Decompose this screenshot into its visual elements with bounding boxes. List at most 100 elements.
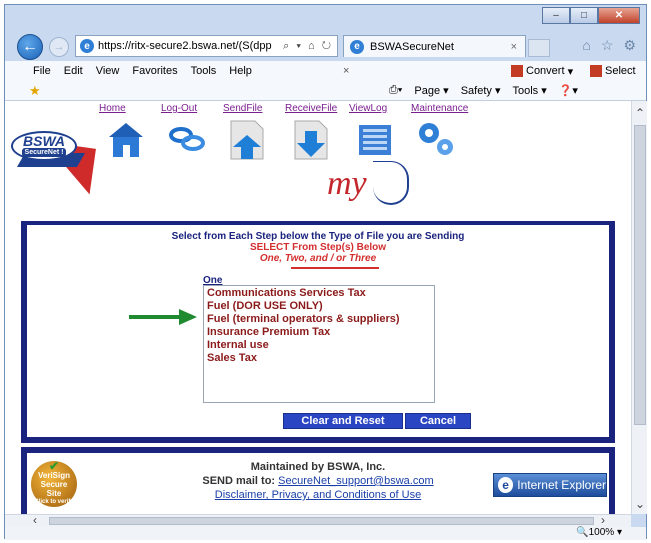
- tab-bswasecurenet[interactable]: e BSWASecureNet ×: [343, 35, 526, 57]
- support-email-link[interactable]: SecureNet_support@bswa.com: [278, 475, 433, 487]
- menu-file[interactable]: File: [33, 65, 51, 77]
- chain-links-icon[interactable]: [165, 117, 211, 161]
- gear-icon[interactable]: ⚙: [623, 37, 636, 54]
- title-bar: – □ ✕: [5, 5, 646, 31]
- forward-arrow-icon[interactable]: →: [49, 37, 69, 57]
- florida-outline-icon: [373, 161, 409, 205]
- option-sales-tax[interactable]: Sales Tax: [207, 352, 431, 365]
- receive-file-icon[interactable]: [289, 117, 335, 161]
- file-type-panel: Select from Each Step below the Type of …: [21, 221, 615, 443]
- convert-button[interactable]: Convert ▾: [511, 65, 573, 78]
- send-file-icon[interactable]: [225, 117, 271, 161]
- instruction-underline: [291, 267, 379, 269]
- logo-oval: BSWA SecureNet !: [11, 131, 77, 161]
- logo-subtext: SecureNet !: [21, 148, 67, 157]
- command-safety[interactable]: Safety ▾: [461, 84, 501, 97]
- favorites-star-icon[interactable]: ☆: [601, 37, 614, 54]
- select-button[interactable]: Select: [590, 65, 636, 77]
- page-viewport: Home Log-Out SendFile ReceiveFile ViewLo…: [5, 101, 631, 514]
- ie-badge-label: Internet Explorer: [517, 478, 606, 492]
- disclaimer-link[interactable]: Disclaimer, Privacy, and Conditions of U…: [215, 489, 421, 501]
- cancel-button[interactable]: Cancel: [405, 413, 471, 429]
- window-controls: – □ ✕: [542, 7, 640, 24]
- nav-receivefile[interactable]: ReceiveFile: [285, 103, 337, 114]
- page-footer: ✔ VeriSign Secure Site Click to verify M…: [21, 447, 615, 514]
- help-icon[interactable]: ❓▾: [559, 84, 578, 97]
- nav-log-out[interactable]: Log-Out: [161, 103, 197, 114]
- nav-sendfile[interactable]: SendFile: [223, 103, 262, 114]
- convert-label: Convert: [526, 65, 565, 77]
- home-icon[interactable]: ⌂: [582, 37, 590, 54]
- instruction-select: SELECT From Step(s) Below: [249, 242, 387, 253]
- command-tools[interactable]: Tools ▾: [512, 84, 546, 97]
- select-label: Select: [605, 65, 636, 77]
- nav-maintenance[interactable]: Maintenance: [411, 103, 468, 114]
- maximize-button[interactable]: □: [570, 7, 598, 24]
- new-tab-button[interactable]: [528, 39, 550, 57]
- ie-favicon-icon: e: [350, 39, 364, 54]
- zoom-level[interactable]: 🔍100% ▾: [576, 527, 622, 538]
- address-bar[interactable]: e https://ritx-secure2.bswa.net/(S(dpp ⌕…: [75, 35, 338, 57]
- menu-view[interactable]: View: [96, 65, 120, 77]
- command-items: ⎙▾ Page ▾ Safety ▾ Tools ▾ ❓▾: [389, 84, 578, 97]
- send-mail-prefix: SEND mail to:: [202, 475, 276, 487]
- ie-favicon-icon: e: [80, 39, 94, 53]
- browser-right-icons: ⌂ ☆ ⚙: [582, 37, 636, 54]
- nav-home[interactable]: Home: [99, 103, 126, 114]
- tab-title: BSWASecureNet: [370, 40, 454, 53]
- option-fuel-dor-use-only[interactable]: Fuel (DOR USE ONLY): [207, 300, 431, 313]
- menu-bar: File Edit View Favorites Tools Help × Co…: [5, 61, 646, 81]
- tab-close-icon[interactable]: ×: [511, 41, 517, 53]
- option-fuel-terminal-operators[interactable]: Fuel (terminal operators & suppliers): [207, 313, 431, 326]
- pdf-icon: [511, 65, 523, 77]
- scroll-left-icon[interactable]: ‹: [33, 513, 37, 527]
- horizontal-scroll-thumb[interactable]: [49, 517, 594, 525]
- vertical-scroll-thumb[interactable]: [634, 125, 646, 425]
- house-icon[interactable]: [103, 117, 149, 161]
- panel-inner: Select from Each Step below the Type of …: [33, 227, 603, 437]
- maintenance-gears-icon[interactable]: [413, 117, 459, 161]
- vertical-scrollbar[interactable]: ⌃ ⌄: [631, 101, 647, 514]
- nav-viewlog[interactable]: ViewLog: [349, 103, 387, 114]
- zoom-value: 100%: [588, 527, 615, 538]
- scroll-up-icon[interactable]: ⌃: [632, 105, 648, 121]
- address-text: https://ritx-secure2.bswa.net/(S(dpp: [98, 40, 272, 52]
- bswa-logo: BSWA SecureNet !: [11, 125, 107, 195]
- instruction-heading: Select from Each Step below the Type of …: [171, 231, 465, 242]
- green-arrow-icon: [129, 309, 197, 325]
- command-bar: ★ ⎙▾ Page ▾ Safety ▾ Tools ▾ ❓▾: [5, 81, 646, 101]
- navigation-row: ← → e https://ritx-secure2.bswa.net/(S(d…: [5, 31, 646, 61]
- print-icon[interactable]: ⎙▾: [389, 84, 402, 97]
- ie-logo-icon: e: [498, 477, 514, 493]
- minimize-button[interactable]: –: [542, 7, 570, 24]
- internet-explorer-badge[interactable]: e Internet Explorer: [493, 473, 607, 497]
- option-insurance-premium-tax[interactable]: Insurance Premium Tax: [207, 326, 431, 339]
- pdf-select-icon: [590, 65, 602, 77]
- scroll-down-icon[interactable]: ⌄: [632, 496, 648, 512]
- menu-edit[interactable]: Edit: [64, 65, 83, 77]
- logo-text: BSWA: [23, 133, 65, 149]
- view-log-icon[interactable]: [353, 117, 399, 161]
- maintained-by-text: Maintained by BSWA, Inc.: [250, 461, 386, 473]
- option-internal-use[interactable]: Internal use: [207, 339, 431, 352]
- menu-tools[interactable]: Tools: [191, 65, 217, 77]
- menu-help[interactable]: Help: [229, 65, 252, 77]
- option-communications-services-tax[interactable]: Communications Services Tax: [207, 287, 431, 300]
- back-arrow-icon[interactable]: ←: [17, 34, 43, 60]
- scroll-right-icon[interactable]: ›: [601, 513, 605, 527]
- site-nav: Home Log-Out SendFile ReceiveFile ViewLo…: [5, 103, 631, 117]
- close-window-button[interactable]: ✕: [598, 7, 640, 24]
- status-bar: 🔍100% ▾: [5, 527, 646, 540]
- address-tools-icon[interactable]: ⌕ ▾ ⌂ ↻: [283, 40, 337, 53]
- instruction-steps: One, Two, and / or Three: [259, 253, 377, 264]
- file-type-listbox[interactable]: Communications Services Tax Fuel (DOR US…: [203, 285, 435, 403]
- command-page[interactable]: Page ▾: [414, 84, 448, 97]
- my-florida-logo: my: [327, 165, 367, 202]
- browser-window: – □ ✕ ← → e https://ritx-secure2.bswa.ne…: [4, 4, 647, 540]
- horizontal-scrollbar[interactable]: ‹ ›: [5, 513, 631, 527]
- footer-inner: ✔ VeriSign Secure Site Click to verify M…: [27, 453, 609, 514]
- menubar-close-icon[interactable]: ×: [343, 65, 349, 77]
- menu-favorites[interactable]: Favorites: [132, 65, 177, 77]
- clear-and-reset-button[interactable]: Clear and Reset: [283, 413, 403, 429]
- favorites-bar-star-icon[interactable]: ★: [29, 83, 41, 99]
